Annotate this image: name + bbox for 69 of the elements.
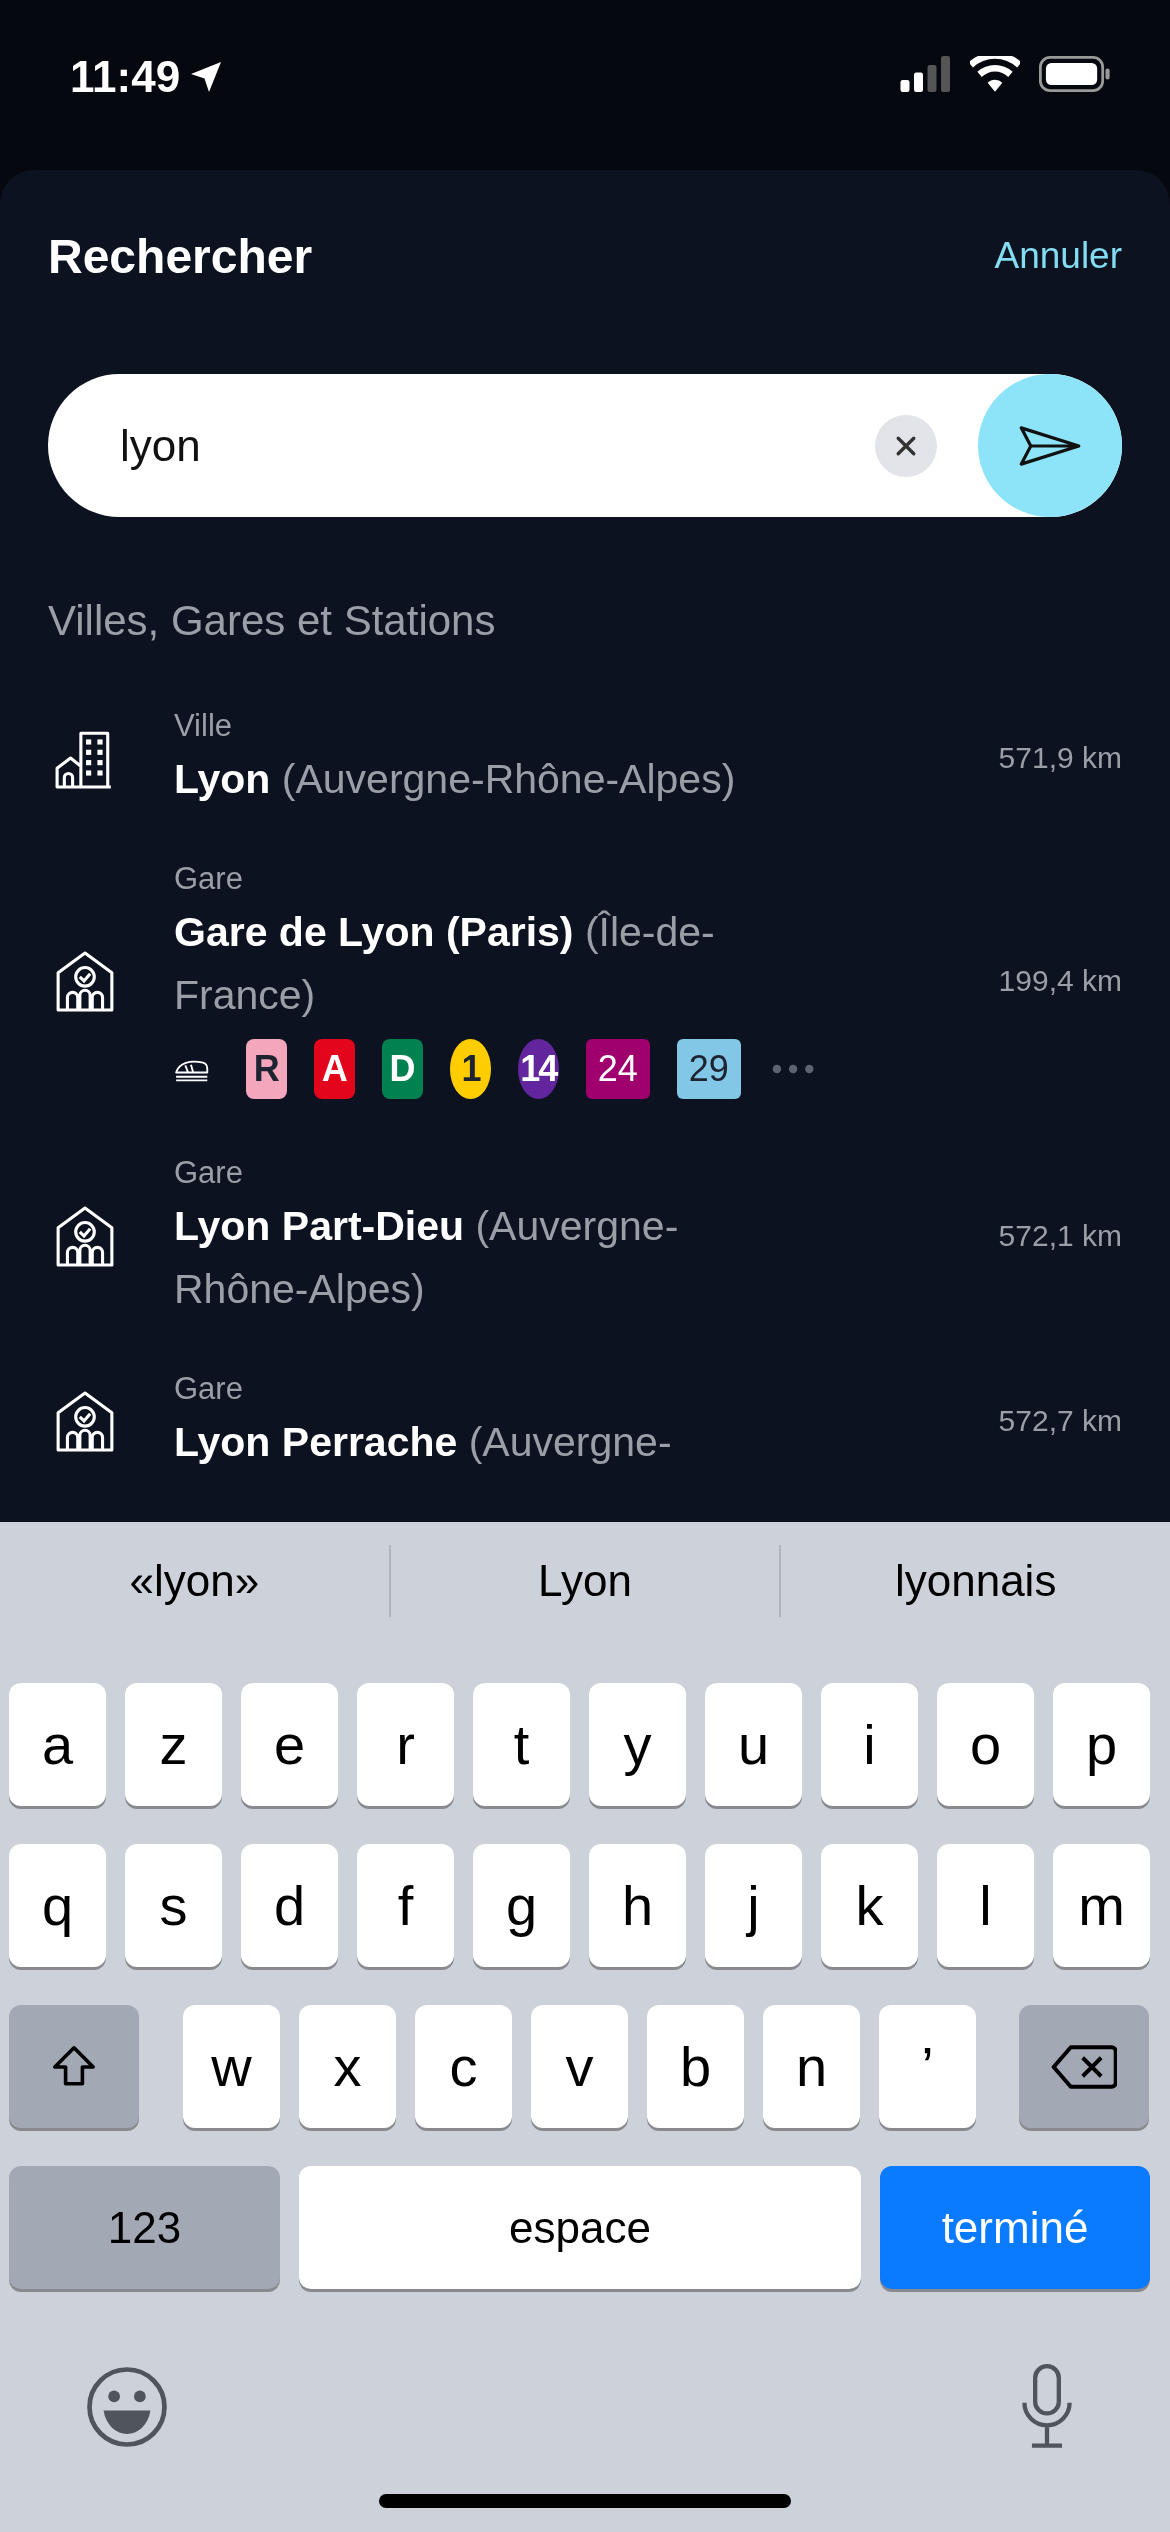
letter-key[interactable]: r: [357, 1683, 454, 1806]
letter-key[interactable]: v: [531, 2005, 628, 2128]
letter-key[interactable]: b: [647, 2005, 744, 2128]
status-time: 11:49: [70, 52, 181, 102]
letter-key[interactable]: f: [357, 1844, 454, 1967]
cancel-button[interactable]: Annuler: [994, 235, 1122, 277]
letter-key[interactable]: k: [821, 1844, 918, 1967]
letter-key[interactable]: y: [589, 1683, 686, 1806]
result-type: Ville: [174, 707, 234, 745]
letter-key[interactable]: c: [415, 2005, 512, 2128]
letter-key[interactable]: a: [9, 1683, 106, 1806]
done-key[interactable]: terminé: [880, 2166, 1150, 2289]
line-badge: D: [382, 1039, 423, 1099]
line-badge: 14: [517, 1039, 559, 1099]
result-type: Gare: [174, 1370, 244, 1408]
line-badge: 29: [676, 1039, 741, 1099]
result-title[interactable]: Lyon Part-Dieu (Auvergne-Rhône-Alpes): [174, 1195, 774, 1321]
microphone-icon[interactable]: [1019, 2364, 1075, 2450]
result-type: Gare: [174, 860, 244, 898]
letter-key[interactable]: j: [705, 1844, 802, 1967]
line-badge: A: [314, 1039, 356, 1099]
station-building-icon: [54, 1389, 116, 1452]
numbers-key[interactable]: 123: [9, 2166, 280, 2289]
battery-icon: [1038, 56, 1112, 92]
wifi-icon: [970, 56, 1020, 92]
station-building-icon: [54, 950, 116, 1012]
result-distance: 572,7 km: [998, 1403, 1122, 1438]
letter-key[interactable]: g: [473, 1844, 570, 1967]
result-type: Gare: [174, 1154, 244, 1192]
result-title[interactable]: Gare de Lyon (Paris) (Île-de-France): [174, 901, 774, 1027]
result-title[interactable]: Lyon Perrache (Auvergne-: [174, 1411, 774, 1474]
letter-key[interactable]: q: [9, 1844, 106, 1967]
backspace-icon: [1051, 2043, 1117, 2090]
letter-key[interactable]: x: [299, 2005, 396, 2128]
letter-key[interactable]: w: [183, 2005, 280, 2128]
letter-key[interactable]: u: [705, 1683, 802, 1806]
letter-key[interactable]: z: [125, 1683, 222, 1806]
sheet-title: Rechercher: [48, 228, 313, 284]
letter-key[interactable]: n: [763, 2005, 860, 2128]
suggestion[interactable]: «lyon»: [0, 1556, 389, 1606]
paper-plane-icon: [1018, 423, 1082, 468]
result-title[interactable]: Lyon (Auvergne-Rhône-Alpes): [174, 748, 774, 811]
letter-key[interactable]: d: [241, 1844, 338, 1967]
letter-key[interactable]: h: [589, 1844, 686, 1967]
backspace-key[interactable]: [1019, 2005, 1149, 2128]
result-distance: 571,9 km: [998, 740, 1122, 775]
section-title: Villes, Gares et Stations: [48, 596, 497, 646]
station-building-icon: [54, 1205, 116, 1267]
line-badge: 1: [450, 1039, 491, 1099]
emoji-icon[interactable]: [86, 2366, 168, 2448]
letter-key[interactable]: l: [937, 1844, 1034, 1967]
space-key[interactable]: espace: [299, 2166, 861, 2289]
suggestion[interactable]: Lyon: [390, 1556, 780, 1606]
letter-key[interactable]: m: [1053, 1844, 1150, 1967]
letter-key[interactable]: e: [241, 1683, 338, 1806]
result-distance: 199,4 km: [998, 964, 1122, 998]
letter-key[interactable]: o: [937, 1683, 1034, 1806]
line-badge: 24: [585, 1039, 650, 1099]
suggestion[interactable]: lyonnais: [781, 1556, 1170, 1606]
line-badge: R: [246, 1039, 288, 1099]
letter-key[interactable]: s: [125, 1844, 222, 1967]
more-icon[interactable]: [771, 1062, 814, 1076]
letter-key[interactable]: ’: [879, 2005, 976, 2128]
letter-key[interactable]: p: [1053, 1683, 1150, 1806]
signal-icon: [900, 56, 952, 92]
result-distance: 572,1 km: [998, 1219, 1122, 1253]
letter-key[interactable]: t: [473, 1683, 570, 1806]
letter-key[interactable]: i: [821, 1683, 918, 1806]
shift-key[interactable]: [9, 2005, 139, 2128]
